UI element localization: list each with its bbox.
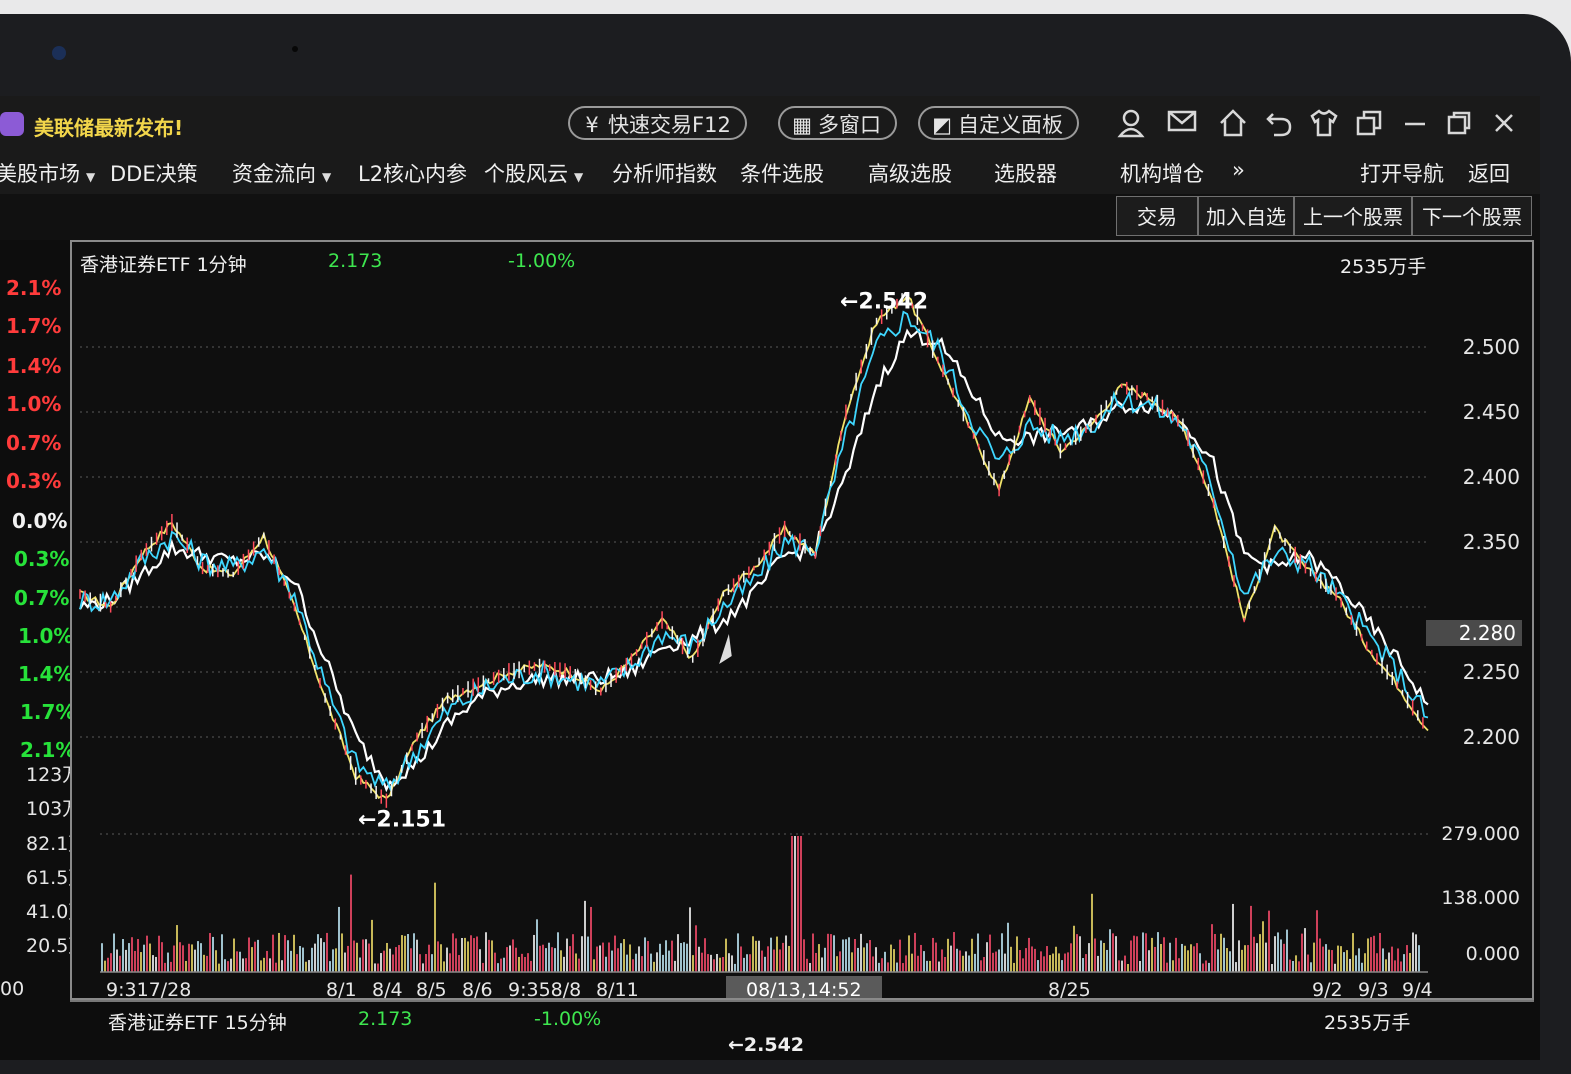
low-annotation: ←2.151	[358, 808, 446, 833]
add-watchlist-button[interactable]: 加入自选	[1198, 196, 1294, 236]
screen: 美联储最新发布! ¥ 快速交易F12 ▦ 多窗口 ◩ 自定义面板 美股市场 ▼ …	[0, 96, 1540, 1060]
time-axis-label: 9:317/28	[106, 979, 191, 998]
time-cursor-label: 08/13,14:52	[746, 979, 862, 998]
prev-stock-button[interactable]: 上一个股票	[1294, 196, 1412, 236]
minimize-icon[interactable]	[1398, 108, 1432, 142]
back-link[interactable]: 返回	[1468, 158, 1510, 188]
volume-label: 00	[0, 978, 25, 1000]
time-axis-label: 8/11	[596, 979, 639, 998]
current-price: 2.173	[328, 250, 383, 272]
percent-label: 1.0%	[18, 624, 74, 648]
price-series-line	[79, 294, 1429, 800]
percent-label: 1.7%	[20, 700, 76, 724]
more-menu-icon[interactable]: »	[1232, 158, 1245, 182]
price-axis-label: 2.350	[1463, 530, 1520, 554]
menu-condition-screener[interactable]: 条件选股	[740, 158, 824, 188]
percent-label: 1.4%	[18, 662, 74, 686]
app-logo-icon	[0, 112, 24, 136]
volume-axis-label: 279.000	[1441, 823, 1520, 845]
menu-us-market[interactable]: 美股市场 ▼	[0, 158, 95, 188]
open-navigation[interactable]: 打开导航	[1360, 158, 1444, 188]
time-axis-label: 8/5	[416, 979, 447, 998]
percent-label: 0.3%	[14, 547, 70, 571]
chevron-down-icon: ▼	[322, 170, 332, 184]
sub-chart-title: 香港证券ETF 15分钟	[108, 1012, 287, 1034]
panel-icon: ◩	[932, 113, 952, 137]
menu-stock-trend[interactable]: 个股风云 ▼	[484, 158, 583, 188]
time-axis-label: 8/6	[462, 979, 493, 998]
sub-chart-price: 2.173	[358, 1008, 413, 1030]
next-stock-button[interactable]: 下一个股票	[1412, 196, 1532, 236]
sub-chart-annotation: ←2.542	[728, 1034, 805, 1056]
time-axis-label: 9:358/8	[508, 979, 581, 998]
home-icon[interactable]	[1216, 108, 1250, 142]
menu-advanced-screener[interactable]: 高级选股	[868, 158, 952, 188]
time-axis-label: 8/25	[1048, 979, 1091, 998]
price-axis-label: 2.500	[1463, 335, 1520, 359]
news-banner[interactable]: 美联储最新发布!	[34, 112, 183, 141]
menu-dde[interactable]: DDE决策	[110, 158, 198, 188]
quick-trade-button[interactable]: ¥ 快速交易F12	[568, 106, 747, 140]
mail-icon[interactable]	[1165, 108, 1199, 142]
close-icon[interactable]	[1487, 108, 1521, 142]
time-axis-label: 8/1	[326, 979, 357, 998]
percent-label: 0.3%	[6, 469, 62, 493]
percent-label: 1.4%	[6, 354, 62, 378]
percent-label: 2.1%	[20, 738, 76, 762]
percent-label: 0.7%	[6, 431, 62, 455]
percent-label: 1.0%	[6, 392, 62, 416]
panel-separator	[70, 1000, 1534, 1002]
sub-chart-change: -1.00%	[534, 1008, 602, 1030]
current-price-tag-label: 2.280	[1459, 621, 1516, 645]
menu-bar: 美股市场 ▼ DDE决策 资金流向 ▼ L2核心内参 个股风云 ▼ 分析师指数 条件选…	[0, 154, 1540, 194]
title-bar: 美联储最新发布! ¥ 快速交易F12 ▦ 多窗口 ◩ 自定义面板	[0, 96, 1540, 154]
price-axis-label: 2.450	[1463, 400, 1520, 424]
undo-icon[interactable]	[1262, 108, 1296, 142]
menu-analyst-index[interactable]: 分析师指数	[612, 158, 717, 188]
price-axis-label: 2.400	[1463, 465, 1520, 489]
chevron-down-icon: ▼	[86, 170, 96, 184]
time-axis-label: 9/4	[1402, 979, 1433, 998]
menu-stock-picker[interactable]: 选股器	[994, 158, 1057, 188]
chart-canvas[interactable]: 2.500 2.450 2.400 2.350 2.250 2.200 2.280 ←2.54…	[72, 242, 1532, 998]
time-axis-label: 9/3	[1358, 979, 1389, 998]
price-change: -1.00%	[508, 250, 576, 272]
webcam	[52, 46, 66, 60]
menu-l2-insight[interactable]: L2核心内参	[358, 158, 467, 188]
volume-axis-label: 0.000	[1466, 943, 1520, 965]
percent-label: 2.1%	[6, 276, 62, 300]
percent-label: 0.0%	[12, 509, 68, 533]
percent-label: 1.7%	[6, 314, 62, 338]
maximize-icon[interactable]	[1442, 108, 1476, 142]
shirt-icon[interactable]	[1307, 108, 1341, 142]
chevron-down-icon: ▼	[574, 170, 584, 184]
time-axis-label: 8/4	[372, 979, 403, 998]
volume-total: 2535万手	[1340, 256, 1427, 278]
sub-chart-volume-total: 2535万手	[1324, 1012, 1411, 1034]
percent-label: 0.7%	[14, 586, 70, 610]
price-series-line	[79, 328, 1429, 793]
light-sensor	[292, 46, 298, 52]
menu-capital-flow[interactable]: 资金流向 ▼	[232, 158, 331, 188]
restore-window-icon[interactable]	[1352, 108, 1386, 142]
trade-button[interactable]: 交易	[1116, 196, 1198, 236]
high-annotation: ←2.542	[840, 289, 928, 314]
grid-icon: ▦	[792, 113, 812, 137]
custom-panel-button[interactable]: ◩ 自定义面板	[918, 106, 1079, 140]
volume-axis-label: 138.000	[1441, 887, 1520, 909]
price-axis-label: 2.200	[1463, 725, 1520, 749]
action-toolbar: 交易 加入自选 上一个股票 下一个股票	[0, 194, 1540, 240]
time-axis-label: 9/2	[1312, 979, 1343, 998]
user-icon[interactable]	[1114, 108, 1148, 142]
multi-window-button[interactable]: ▦ 多窗口	[778, 106, 897, 140]
menu-institution[interactable]: 机构增仓	[1120, 158, 1204, 188]
price-axis-label: 2.250	[1463, 660, 1520, 684]
chart-title: 香港证券ETF 1分钟	[80, 254, 247, 276]
kline-chart[interactable]: 2.500 2.450 2.400 2.350 2.250 2.200 2.280 ←2.54…	[70, 240, 1534, 1000]
yen-icon: ¥	[585, 113, 599, 137]
